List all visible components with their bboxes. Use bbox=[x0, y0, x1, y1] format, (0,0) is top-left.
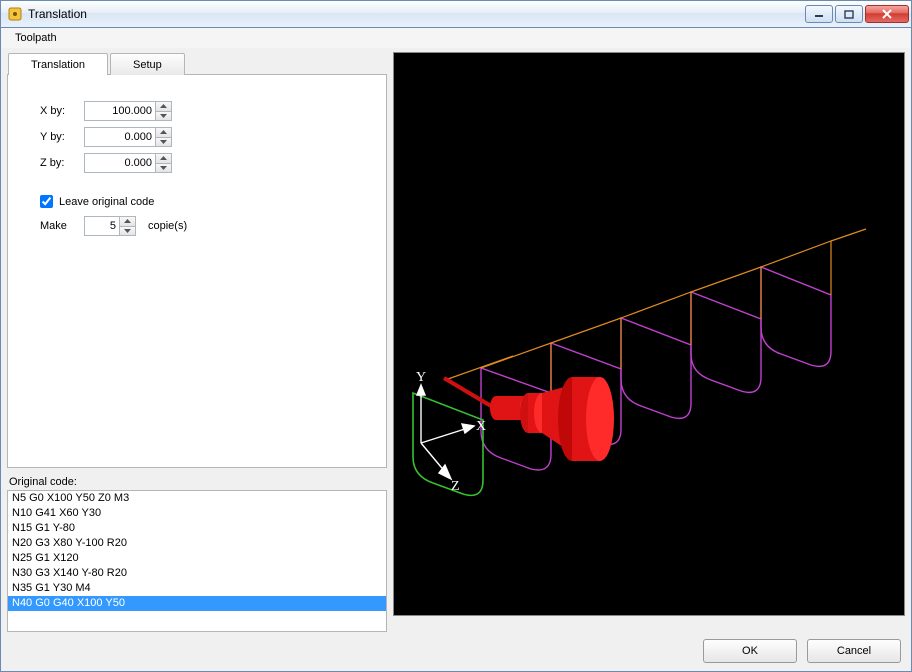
xby-input[interactable] bbox=[84, 101, 172, 121]
zby-up[interactable] bbox=[156, 154, 171, 164]
yby-label: Y by: bbox=[40, 131, 84, 143]
menubar: Toolpath bbox=[0, 28, 912, 48]
code-line[interactable]: N40 G0 G40 X100 Y50 bbox=[8, 596, 386, 611]
xby-label: X by: bbox=[40, 105, 84, 117]
zby-input[interactable] bbox=[84, 153, 172, 173]
zby-label: Z by: bbox=[40, 157, 84, 169]
yby-input[interactable] bbox=[84, 127, 172, 147]
axis-z-label: Z bbox=[451, 479, 460, 494]
code-line[interactable]: N5 G0 X100 Y50 Z0 M3 bbox=[8, 491, 386, 506]
leave-original-label: Leave original code bbox=[59, 196, 154, 208]
tab-panel: Translation Setup X by: bbox=[7, 74, 387, 468]
code-line[interactable]: N10 G41 X60 Y30 bbox=[8, 506, 386, 521]
code-line[interactable]: N15 G1 Y-80 bbox=[8, 521, 386, 536]
copies-down[interactable] bbox=[120, 227, 135, 236]
copies-input[interactable] bbox=[84, 216, 136, 236]
make-label: Make bbox=[40, 220, 84, 232]
xby-up[interactable] bbox=[156, 102, 171, 112]
original-code-panel: Original code: N5 G0 X100 Y50 Z0 M3N10 G… bbox=[7, 474, 387, 632]
xby-field[interactable] bbox=[85, 102, 155, 120]
yby-field[interactable] bbox=[85, 128, 155, 146]
app-icon bbox=[7, 6, 23, 22]
code-line[interactable]: N20 G3 X80 Y-100 R20 bbox=[8, 536, 386, 551]
tab-setup[interactable]: Setup bbox=[110, 53, 185, 75]
copies-field[interactable] bbox=[85, 217, 119, 235]
leave-original-checkbox[interactable] bbox=[40, 195, 53, 208]
client-area: Translation Setup X by: bbox=[0, 48, 912, 672]
tab-translation[interactable]: Translation bbox=[8, 53, 108, 75]
window-title: Translation bbox=[28, 7, 805, 21]
axis-x-label: X bbox=[476, 419, 486, 434]
zby-field[interactable] bbox=[85, 154, 155, 172]
dialog-buttons: OK Cancel bbox=[703, 639, 901, 663]
code-line[interactable]: N30 G3 X140 Y-80 R20 bbox=[8, 566, 386, 581]
code-line[interactable]: N25 G1 X120 bbox=[8, 551, 386, 566]
close-button[interactable] bbox=[865, 5, 909, 23]
left-panel: Translation Setup X by: bbox=[7, 52, 387, 616]
ok-button[interactable]: OK bbox=[703, 639, 797, 663]
code-line[interactable]: N35 G1 Y30 M4 bbox=[8, 581, 386, 596]
menu-toolpath[interactable]: Toolpath bbox=[9, 30, 63, 46]
original-code-list[interactable]: N5 G0 X100 Y50 Z0 M3N10 G41 X60 Y30N15 G… bbox=[7, 490, 387, 632]
xby-down[interactable] bbox=[156, 112, 171, 121]
axis-y-label: Y bbox=[416, 370, 426, 385]
tab-strip: Translation Setup bbox=[8, 53, 187, 75]
copies-suffix: copie(s) bbox=[148, 220, 187, 232]
cancel-button[interactable]: Cancel bbox=[807, 639, 901, 663]
yby-up[interactable] bbox=[156, 128, 171, 138]
minimize-button[interactable] bbox=[805, 5, 833, 23]
window-buttons bbox=[805, 5, 909, 23]
tab-content-translation: X by: Y by: bbox=[8, 75, 386, 248]
maximize-button[interactable] bbox=[835, 5, 863, 23]
viewport-3d[interactable]: Y X Z bbox=[393, 52, 905, 616]
copies-up[interactable] bbox=[120, 217, 135, 227]
yby-down[interactable] bbox=[156, 138, 171, 147]
zby-down[interactable] bbox=[156, 164, 171, 173]
original-code-label: Original code: bbox=[9, 476, 387, 488]
titlebar: Translation bbox=[0, 0, 912, 28]
